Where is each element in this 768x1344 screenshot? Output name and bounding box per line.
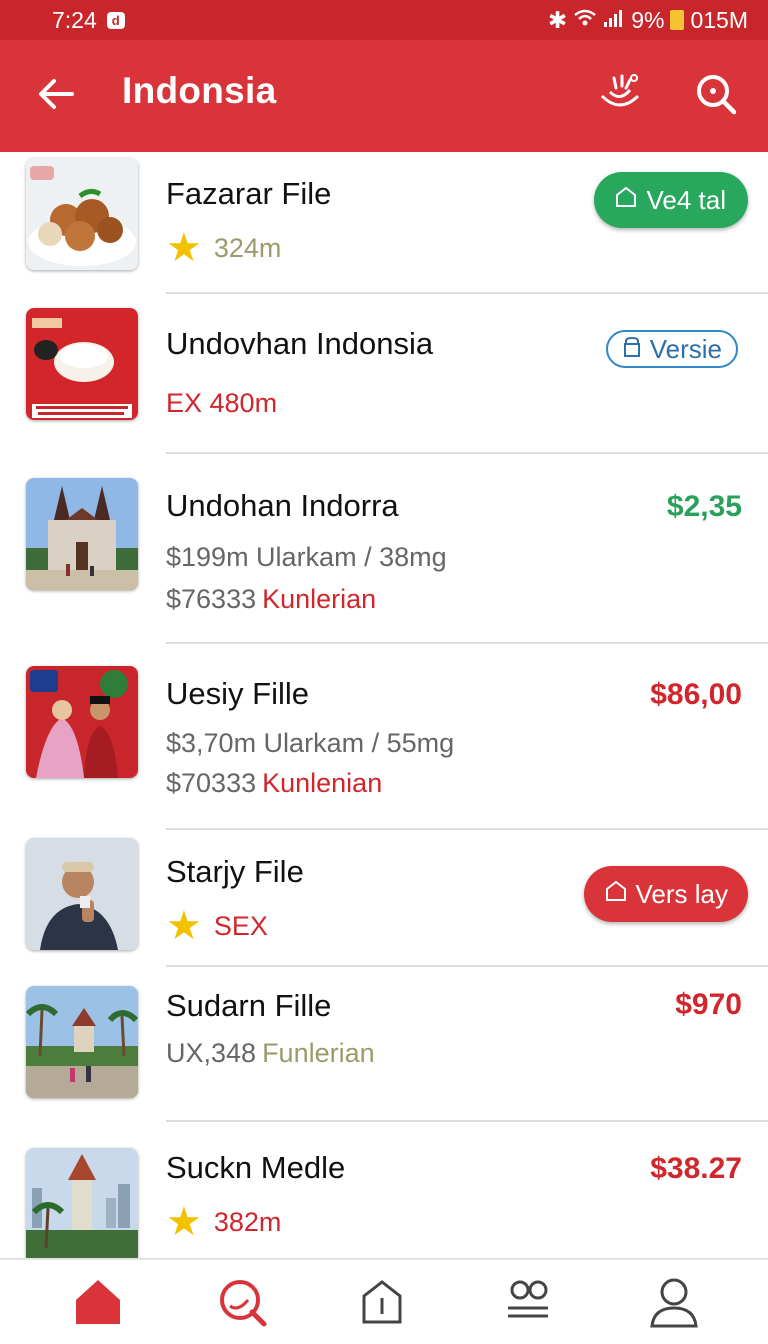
back-button[interactable] — [34, 74, 78, 118]
lock-icon — [614, 185, 638, 216]
item-title: Undovhan Indonsia — [166, 326, 434, 361]
badge-label: Versie — [649, 333, 722, 364]
divider — [166, 452, 768, 454]
bottom-nav — [0, 1258, 768, 1344]
star-icon: ★ — [166, 1200, 202, 1244]
page-title: Indonsia — [122, 70, 277, 111]
search-icon — [692, 75, 740, 122]
subtitle-value: EX 480m — [166, 388, 278, 418]
brand-button[interactable] — [596, 70, 644, 118]
item-title: Undohan Indorra — [166, 488, 399, 523]
group-icon — [502, 1276, 554, 1333]
download-badge-button[interactable]: Ve4 tal — [594, 172, 748, 228]
rating-value: 324m — [213, 232, 282, 263]
divider — [166, 965, 768, 967]
lock-icon — [604, 879, 628, 910]
item-price: $38.27 — [650, 1152, 742, 1185]
nav-store[interactable] — [354, 1276, 410, 1332]
item-rating: ★ 324m — [166, 228, 281, 268]
bluetooth-icon: ✱ — [547, 6, 568, 33]
signal-icon — [603, 7, 625, 34]
nav-profile[interactable] — [646, 1276, 702, 1332]
item-price: $86,00 — [650, 678, 742, 711]
battery-percent: 9% — [631, 6, 665, 33]
profile-icon — [646, 1274, 702, 1335]
line2-value: $76333 — [166, 584, 257, 614]
item-subtitle: EX 480m — [166, 388, 277, 419]
status-time: 7:24 — [52, 6, 97, 33]
arrow-left-icon — [36, 74, 76, 119]
store-icon — [356, 1276, 408, 1333]
divider — [166, 1120, 768, 1122]
line1-value: UX,348 — [166, 1038, 257, 1068]
search-button[interactable] — [692, 70, 740, 118]
status-bar: 7:24 d ✱ 9% 015M — [0, 0, 768, 40]
item-price: $2,35 — [666, 490, 742, 523]
divider — [166, 292, 768, 294]
status-chip: d — [106, 11, 125, 29]
app-bar: Indonsia — [0, 40, 768, 152]
badge-label: Vers lay — [635, 878, 729, 909]
data-rate: 015M — [690, 6, 748, 33]
wifi-icon — [573, 7, 597, 34]
item-title: Uesiy Fille — [166, 676, 309, 711]
lock-icon — [622, 334, 642, 365]
item-thumbnail-tower — [26, 1148, 138, 1258]
item-line1: $199m Ularkam / 38mg — [166, 542, 447, 572]
item-thumbnail-food — [26, 158, 138, 270]
item-thumbnail-park — [26, 986, 138, 1098]
divider — [166, 828, 768, 830]
line1-label: Funlerian — [262, 1038, 375, 1068]
item-thumbnail-people — [26, 666, 138, 778]
nav-group[interactable] — [500, 1276, 556, 1332]
item-title: Starjy File — [166, 854, 304, 889]
item-line1: UX,348 Funlerian — [166, 1038, 375, 1069]
item-rating: ★ 382m — [166, 1202, 281, 1242]
nav-home[interactable] — [70, 1276, 126, 1332]
home-icon — [72, 1276, 124, 1333]
item-thumbnail-church — [26, 478, 138, 590]
battery-icon — [670, 10, 685, 30]
item-title: Sudarn Fille — [166, 988, 332, 1023]
rating-value: 382m — [213, 1206, 282, 1237]
item-price: $970 — [675, 988, 742, 1021]
version-badge-button[interactable]: Vers lay — [583, 866, 748, 922]
star-icon: ★ — [166, 904, 202, 948]
line2-label: Kunlenian — [262, 768, 383, 798]
item-title: Fazarar File — [166, 176, 332, 211]
item-thumbnail-man — [26, 838, 138, 950]
item-list[interactable]: Fazarar File ★ 324m Ve4 tal Undovhan Ind… — [0, 152, 768, 1258]
item-line2: $76333 Kunlerian — [166, 584, 376, 615]
brand-logo-icon — [596, 74, 644, 122]
nav-search[interactable] — [214, 1276, 270, 1332]
line2-value: $70333 — [166, 768, 257, 798]
divider — [166, 642, 768, 644]
item-rating: ★ SEX — [166, 906, 268, 946]
version-badge-button[interactable]: Versie — [605, 330, 738, 368]
star-icon: ★ — [166, 226, 202, 270]
item-thumbnail-poster — [26, 308, 138, 420]
badge-label: Ve4 tal — [646, 184, 726, 215]
line2-label: Kunlerian — [262, 584, 377, 614]
item-line2: $70333 Kunlenian — [166, 768, 382, 799]
search-icon — [216, 1276, 268, 1333]
rating-value: SEX — [213, 910, 268, 941]
item-line1: $3,70m Ularkam / 55mg — [166, 728, 455, 758]
item-title: Suckn Medle — [166, 1150, 346, 1185]
